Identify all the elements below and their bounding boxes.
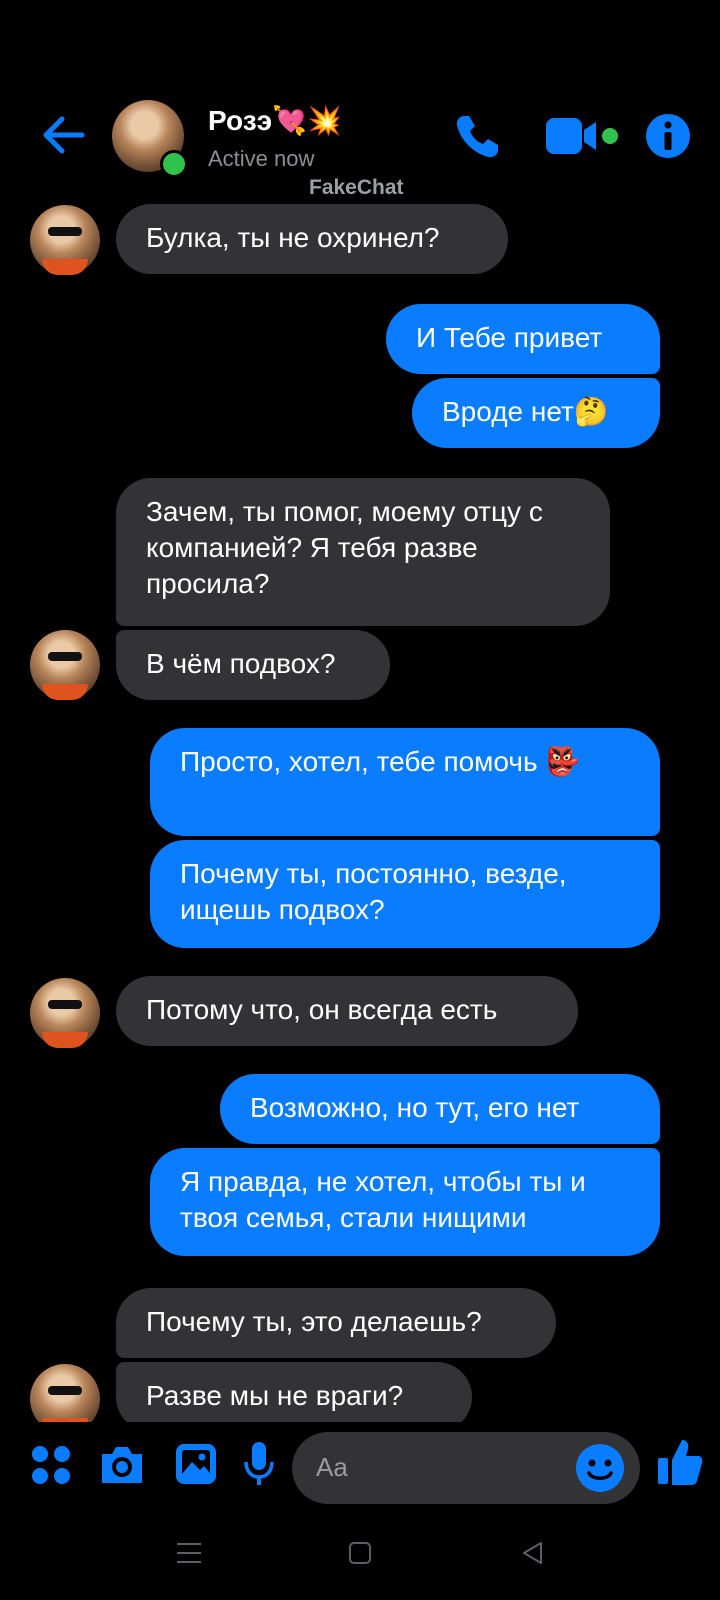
outgoing-message[interactable]: Я правда, не хотел, чтобы ты и твоя семь… — [150, 1148, 660, 1256]
outgoing-message[interactable]: Вроде нет🤔 — [412, 378, 660, 448]
incoming-message[interactable]: Почему ты, это делаешь? — [116, 1288, 556, 1358]
incoming-message[interactable]: Разве мы не враги? — [116, 1362, 472, 1422]
watermark: FakeChat — [309, 176, 404, 199]
sender-avatar[interactable] — [30, 205, 100, 275]
online-indicator — [160, 150, 188, 178]
sender-avatar[interactable] — [30, 1364, 100, 1422]
outgoing-message[interactable]: И Тебе привет — [386, 304, 660, 374]
info-icon[interactable] — [644, 112, 692, 160]
thumbs-up-icon[interactable] — [656, 1436, 704, 1488]
outgoing-message[interactable]: Возможно, но тут, его нет — [220, 1074, 660, 1144]
camera-icon[interactable] — [98, 1444, 146, 1486]
incoming-message[interactable]: Булка, ты не охринел? — [116, 204, 508, 274]
incoming-message[interactable]: В чём подвох? — [116, 630, 390, 700]
message-list[interactable]: Булка, ты не охринел? И Тебе привет Врод… — [0, 200, 720, 1422]
system-navigation-bar — [0, 1522, 720, 1600]
outgoing-message[interactable]: Почему ты, постоянно, везде, ищешь подво… — [150, 840, 660, 948]
message-input-placeholder: Aa — [316, 1452, 348, 1482]
contact-name[interactable]: Розэ💘💥 — [208, 104, 342, 137]
back-arrow-icon[interactable] — [38, 110, 88, 160]
outgoing-message[interactable]: Просто, хотел, тебе помочь 👺 — [150, 728, 660, 836]
message-input[interactable]: Aa — [292, 1432, 640, 1504]
sender-avatar[interactable] — [30, 630, 100, 700]
chat-header: Розэ💘💥 Active now FakeChat — [0, 0, 720, 200]
nav-back-icon[interactable] — [520, 1540, 544, 1566]
gallery-icon[interactable] — [174, 1442, 218, 1486]
message-composer: Aa — [0, 1422, 720, 1522]
active-status: Active now — [208, 146, 315, 171]
emoji-icon[interactable] — [574, 1442, 626, 1494]
phone-icon[interactable] — [452, 112, 502, 162]
sender-avatar[interactable] — [30, 978, 100, 1048]
nav-menu-icon[interactable] — [176, 1540, 202, 1566]
incoming-message[interactable]: Зачем, ты помог, моему отцу с компанией?… — [116, 478, 610, 626]
microphone-icon[interactable] — [242, 1440, 276, 1488]
menu-dots-icon[interactable] — [30, 1444, 72, 1486]
incoming-message[interactable]: Потому что, он всегда есть — [116, 976, 578, 1046]
nav-home-icon[interactable] — [348, 1540, 372, 1566]
video-camera-icon[interactable] — [544, 116, 620, 158]
